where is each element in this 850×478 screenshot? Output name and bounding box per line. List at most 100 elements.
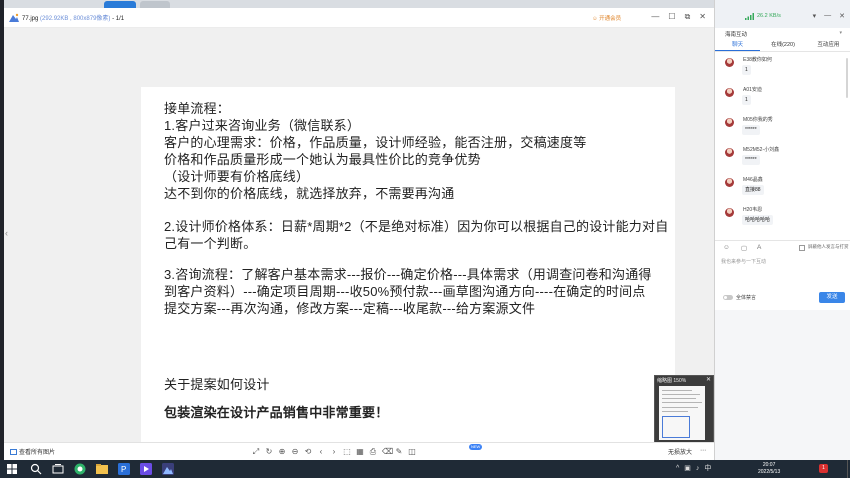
thumbnail-close-icon[interactable]: ✕: [706, 376, 711, 383]
doc-line: 提交方案---再次沟通，修改方案---定稿---收尾款---给方案源文件: [164, 301, 536, 316]
chevron-down-icon[interactable]: ▾: [839, 30, 842, 36]
list-item: H20韦恩 哈哈哈哈哈: [725, 206, 845, 230]
vip-label: 开通会员: [599, 16, 622, 22]
ime-indicator[interactable]: 中: [704, 464, 711, 474]
tab-chat[interactable]: 聊天: [715, 40, 761, 51]
document-image: 接单流程： 1.客户过来咨询业务（微信联系） 客户的心理需求：价格，作品质量，设…: [141, 87, 675, 447]
message-text: 1: [742, 65, 751, 75]
rotate-left-icon[interactable]: ⟲: [304, 446, 312, 457]
vip-button[interactable]: ☺ 开通会员: [592, 14, 621, 22]
chat-tabs: 聊天 在线(220) 互动应用: [715, 40, 850, 52]
avatar: [725, 208, 734, 217]
photo-viewer-app-icon[interactable]: P: [118, 463, 130, 475]
emoji-icon[interactable]: ☺: [723, 244, 730, 251]
new-badge: NEW: [469, 444, 483, 450]
doc-heading: 关于提案如何设计: [164, 377, 270, 392]
sender-name: M52M52-小刘鑫: [743, 147, 780, 153]
doc-line: 己有一个判断。: [164, 236, 257, 251]
network-icon[interactable]: ▣: [684, 464, 691, 474]
avatar: [725, 118, 734, 127]
view-all-button[interactable]: 查看所有图片: [10, 447, 55, 456]
tab-online[interactable]: 在线(220): [760, 40, 805, 51]
send-button[interactable]: 发送: [819, 292, 845, 303]
more-icon[interactable]: ⋯: [700, 447, 706, 456]
live-class-app-icon[interactable]: [140, 463, 152, 475]
doc-line: 客户的心理需求：价格，作品质量，设计师经验，能否注册，交稿速度等: [164, 135, 587, 150]
prev-image-icon[interactable]: ‹: [5, 228, 8, 238]
browser-tab-bar: [4, 0, 714, 8]
mute-all-label: 全体禁言: [736, 295, 757, 301]
list-item: M46晶鑫 直接88: [725, 176, 845, 200]
edit-icon[interactable]: ✎: [395, 446, 403, 457]
thumb-line: [662, 402, 702, 403]
window-controls: — ☐ ⧉ ✕: [651, 12, 706, 22]
notification-badge[interactable]: 1: [819, 464, 828, 473]
mute-all-toggle[interactable]: [723, 295, 733, 300]
compare-icon[interactable]: ◫: [408, 446, 416, 457]
thumb-line: [662, 411, 688, 412]
volume-icon[interactable]: ♪: [696, 464, 700, 474]
zoom-in-icon[interactable]: ⊕: [278, 446, 286, 457]
delete-icon[interactable]: ⌫: [382, 446, 393, 457]
message-text: 1: [742, 95, 751, 105]
thumb-line: [662, 390, 692, 391]
search-icon[interactable]: [30, 463, 42, 475]
rotate-icon[interactable]: ↻: [265, 446, 273, 457]
file-explorer-icon[interactable]: [96, 463, 108, 475]
font-icon[interactable]: A: [757, 244, 761, 251]
list-item: M52M52-小刘鑫 ******: [725, 146, 845, 170]
chat-window-controls: ▾ — ✕: [813, 12, 845, 20]
viewer-toolbar: 查看所有图片 ⤢ ↻ ⊕ ⊖ ⟲ ‹ › ⬚ ▦ ⎙ ⌫ ✎ ◫ NEW 无损放…: [4, 442, 714, 460]
doc-line: 2.设计师价格体系：日薪*周期*2（不是绝对标准）因为你可以根据自己的设计能力对…: [164, 219, 669, 234]
minimize-icon[interactable]: —: [651, 12, 659, 22]
doc-line: 达不到你的价格底线，就选择放弃，不需要再沟通: [164, 186, 455, 201]
image-canvas: ‹ 接单流程： 1.客户过来咨询业务（微信联系） 客户的心理需求：价格，作品质量…: [4, 28, 714, 468]
only-teacher-checkbox[interactable]: [799, 245, 805, 251]
avatar: [725, 88, 734, 97]
toolbar-right: 无损放大 ⋯: [668, 447, 706, 456]
signal-icon: [745, 13, 754, 20]
thumb-line: [662, 398, 696, 399]
lossless-zoom-button[interactable]: 无损放大: [668, 447, 692, 456]
svg-text:P: P: [121, 465, 126, 474]
message-list: E38教你如何 1 A01安迪 1 M05你我的秀 ****** M52M52-…: [715, 54, 850, 234]
tab-apps[interactable]: 互动应用: [806, 40, 850, 51]
zoom-out-icon[interactable]: ⊖: [291, 446, 299, 457]
room-name[interactable]: 海南互动: [725, 30, 747, 38]
chat-input[interactable]: 我也来参与一下互动: [721, 258, 766, 265]
task-view-icon[interactable]: [52, 463, 64, 475]
print-icon[interactable]: ⎙: [369, 446, 377, 457]
minimize-icon[interactable]: —: [824, 12, 831, 20]
dropdown-icon[interactable]: ▾: [813, 12, 817, 20]
sender-name: E38教你如何: [743, 57, 772, 63]
prev-icon[interactable]: ‹: [317, 446, 325, 457]
sender-name: H20韦恩: [743, 207, 763, 213]
close-icon[interactable]: ✕: [839, 12, 845, 20]
page-indicator: - 1/1: [112, 16, 125, 22]
browser-tab[interactable]: [140, 1, 170, 8]
browser-app-icon[interactable]: [74, 463, 86, 475]
system-tray: ^ ▣ ♪ 中: [676, 464, 711, 474]
chat-scrollbar[interactable]: [846, 58, 848, 98]
chat-lower-area: [715, 310, 850, 460]
image-viewer-app-icon[interactable]: [162, 463, 174, 475]
clock-date: 2022/5/13: [758, 468, 781, 475]
browser-tab-active[interactable]: [104, 1, 136, 8]
image-icon[interactable]: ▢: [741, 244, 747, 252]
view-all-label: 查看所有图片: [19, 450, 56, 456]
windows-start-icon[interactable]: [7, 464, 17, 474]
file-name: 77.jpg: [22, 16, 39, 22]
tray-expand-icon[interactable]: ^: [676, 464, 679, 474]
thumbnail-viewport-frame[interactable]: [662, 416, 690, 438]
grid-icon[interactable]: ▦: [356, 446, 364, 457]
maximize-icon[interactable]: ☐: [668, 12, 675, 22]
crop-icon[interactable]: ⬚: [343, 446, 351, 457]
close-icon[interactable]: ✕: [699, 12, 706, 22]
next-icon[interactable]: ›: [330, 446, 338, 457]
desktop-screen: 77.jpg (292.92KB , 800x879像素) - 1/1 ☺ 开通…: [0, 0, 850, 478]
clock[interactable]: 20:07 2022/5/13: [758, 462, 780, 475]
list-item: M05你我的秀 ******: [725, 116, 845, 140]
fit-icon[interactable]: ⤢: [252, 446, 260, 457]
restore-icon[interactable]: ⧉: [685, 12, 691, 22]
doc-line: （设计师要有价格底线）: [164, 169, 310, 184]
